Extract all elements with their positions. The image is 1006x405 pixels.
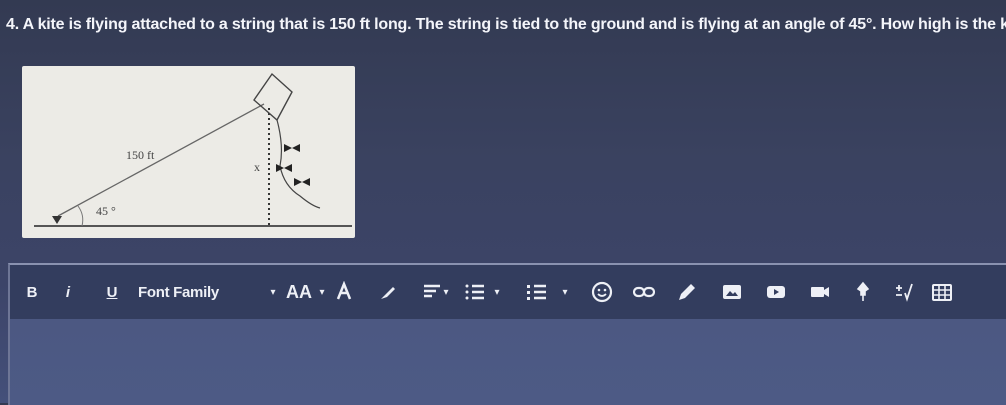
- highlight-icon[interactable]: [376, 279, 400, 305]
- camera-icon[interactable]: [806, 279, 834, 305]
- text-color-icon[interactable]: [332, 279, 356, 305]
- chevron-down-icon[interactable]: ▾: [266, 279, 280, 305]
- tail-bow-1: [284, 144, 300, 152]
- ordered-list-icon[interactable]: ▾: [462, 279, 502, 305]
- tail-bow-2: [276, 164, 292, 172]
- underline-button[interactable]: U: [102, 279, 122, 305]
- image-icon[interactable]: [718, 279, 746, 305]
- string-line: [57, 103, 265, 217]
- angle-arc: [77, 205, 84, 227]
- tail-bow-3: [294, 178, 310, 186]
- kite-tail: [276, 119, 321, 209]
- bullet-list-icon[interactable]: ▾: [522, 279, 572, 305]
- question-text: 4. A kite is flying attached to a string…: [6, 16, 1006, 33]
- font-size-chevron-icon[interactable]: ▾: [316, 279, 328, 305]
- answer-editor[interactable]: B i U Font Family ▾ AA ▾ ▾ ▾ ▾: [8, 263, 1006, 405]
- font-family-select[interactable]: Font Family: [138, 279, 258, 305]
- align-icon[interactable]: ▾: [420, 279, 450, 305]
- editor-toolbar: B i U Font Family ▾ AA ▾ ▾ ▾ ▾: [10, 265, 1006, 319]
- string-length-label: 150 ft: [126, 148, 155, 162]
- link-icon[interactable]: [630, 279, 658, 305]
- anchor-icon: [52, 216, 62, 224]
- height-label: x: [254, 160, 260, 174]
- kite-diagram: 150 ft x 45 °: [22, 66, 355, 238]
- angle-label: 45 °: [96, 204, 116, 218]
- video-icon[interactable]: [762, 279, 790, 305]
- table-icon[interactable]: [928, 279, 956, 305]
- kite-diagram-svg: [34, 72, 352, 227]
- bold-button[interactable]: B: [22, 279, 42, 305]
- pin-icon[interactable]: [850, 279, 876, 305]
- emoji-icon[interactable]: [590, 279, 614, 305]
- italic-button[interactable]: i: [60, 279, 76, 305]
- kite-shape: [253, 72, 293, 122]
- math-icon[interactable]: [890, 279, 918, 305]
- editor-text-area[interactable]: [10, 319, 1006, 405]
- pencil-icon[interactable]: [674, 279, 700, 305]
- font-size-button[interactable]: AA: [282, 279, 316, 305]
